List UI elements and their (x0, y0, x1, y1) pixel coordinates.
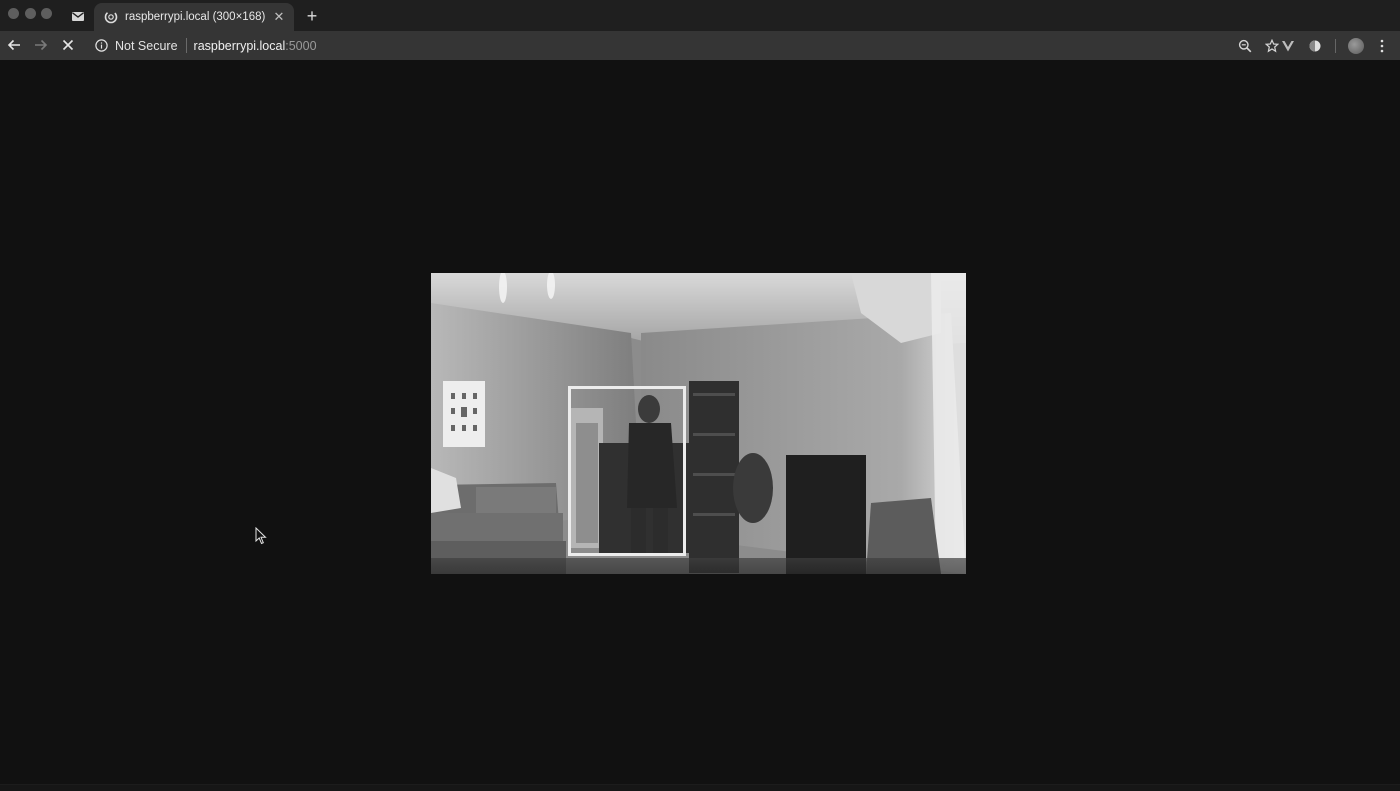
zoom-icon (1238, 39, 1252, 52)
kebab-menu-icon (1380, 39, 1384, 52)
extension-dark-reader-button[interactable] (1303, 34, 1327, 58)
half-circle-icon (1309, 40, 1321, 51)
page-viewport (0, 60, 1400, 791)
stop-loading-button[interactable] (56, 33, 80, 57)
omnibox-divider (185, 38, 187, 53)
tab-active[interactable]: raspberrypi.local (300×168) ✕ (94, 3, 294, 31)
address-bar[interactable]: Not Secure raspberrypi.local:5000 (88, 33, 1284, 58)
detection-bounding-box (568, 386, 686, 556)
camera-frame-image (431, 273, 966, 574)
tab-strip: raspberrypi.local (300×168) ✕ + (0, 0, 1400, 31)
url-port: :5000 (285, 38, 317, 53)
extension-vue-button[interactable] (1276, 34, 1300, 58)
url-host: raspberrypi.local (193, 38, 286, 53)
tab-title: raspberrypi.local (300×168) (125, 11, 266, 23)
extensions-area (1276, 33, 1392, 58)
back-button[interactable] (2, 33, 26, 57)
loading-spinner-icon (104, 10, 118, 24)
pinned-tab-mail[interactable] (66, 4, 90, 28)
vue-devtools-icon (1282, 40, 1294, 51)
toolbar-divider (1335, 38, 1336, 53)
video-stream-image (431, 273, 966, 574)
profile-avatar[interactable] (1348, 37, 1364, 54)
arrow-left-icon (7, 39, 20, 51)
security-status-label[interactable]: Not Secure (115, 39, 178, 53)
mouse-cursor-icon (255, 527, 267, 545)
window-minimize-button[interactable] (25, 8, 36, 19)
info-icon[interactable] (95, 39, 108, 52)
zoom-button[interactable] (1233, 34, 1257, 58)
tab-close-icon[interactable]: ✕ (271, 9, 287, 25)
horizontal-scrollbar[interactable] (0, 784, 1400, 791)
window-close-button[interactable] (8, 8, 19, 19)
mail-icon (72, 11, 84, 21)
arrow-right-icon (35, 39, 48, 51)
browser-menu-button[interactable] (1372, 36, 1392, 56)
window-zoom-button[interactable] (41, 8, 52, 19)
close-icon (62, 39, 74, 51)
new-tab-button[interactable]: + (302, 6, 322, 26)
browser-toolbar: Not Secure raspberrypi.local:5000 (0, 31, 1400, 60)
forward-button[interactable] (29, 33, 53, 57)
